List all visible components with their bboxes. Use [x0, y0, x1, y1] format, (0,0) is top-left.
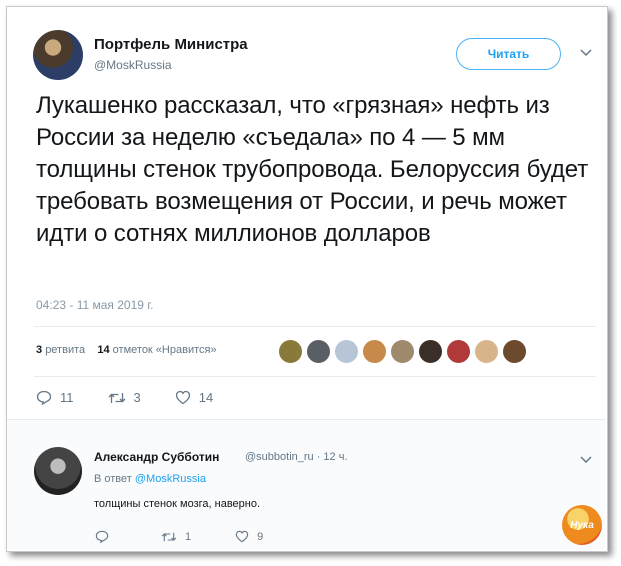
reply-like-button[interactable]: 9 [235, 530, 263, 543]
divider [34, 326, 596, 327]
liker-avatar[interactable] [418, 339, 443, 364]
liker-avatar[interactable] [474, 339, 499, 364]
retweets-count[interactable]: 3 [36, 344, 42, 356]
retweet-count: 3 [133, 390, 141, 405]
tweet-actions: 11 3 14 [36, 390, 247, 405]
follow-button[interactable]: Читать [456, 38, 561, 70]
divider [34, 376, 596, 377]
reply-like-count: 9 [257, 530, 264, 543]
reply-icon [36, 390, 52, 405]
likes-count[interactable]: 14 [97, 344, 109, 356]
in-reply-to: В ответ @MoskRussia [94, 473, 206, 485]
reply-icon [95, 530, 109, 543]
reply-author-avatar[interactable] [34, 447, 82, 495]
reply-text: толщины стенок мозга, наверно. [94, 498, 261, 510]
liker-avatar[interactable] [390, 339, 415, 364]
like-count: 14 [198, 390, 214, 405]
engagement-stats: 3 ретвита 14 отметок «Нравится» [36, 344, 217, 356]
divider [7, 419, 605, 420]
watermark-text: Нука [570, 519, 594, 531]
liker-avatar[interactable] [446, 339, 471, 364]
retweet-button[interactable]: 3 [108, 390, 141, 405]
in-reply-handle-link[interactable]: @MoskRussia [135, 473, 206, 485]
reply-retweet-button[interactable]: 1 [161, 531, 191, 543]
tweet-text: Лукашенко рассказал, что «грязная» нефть… [36, 92, 589, 247]
retweets-label[interactable]: ретвита [45, 344, 85, 356]
in-reply-prefix: В ответ [94, 473, 132, 485]
liker-avatar[interactable] [306, 339, 331, 364]
reply-reply-button[interactable] [95, 530, 117, 543]
retweet-icon [108, 392, 125, 403]
author-name[interactable]: Портфель Министра [94, 36, 248, 53]
author-avatar[interactable] [33, 30, 83, 80]
reply-button[interactable]: 11 [36, 390, 74, 405]
heart-icon [235, 530, 249, 543]
retweet-icon [161, 532, 177, 541]
liker-avatar[interactable] [278, 339, 303, 364]
liker-avatar[interactable] [502, 339, 527, 364]
heart-icon [175, 390, 190, 405]
like-button[interactable]: 14 [175, 390, 213, 405]
reply-count: 11 [60, 390, 74, 405]
liker-avatar[interactable] [362, 339, 387, 364]
chevron-down-icon[interactable] [580, 45, 592, 60]
reply-author-name[interactable]: Александр Субботин [94, 450, 219, 464]
liker-avatar[interactable] [334, 339, 359, 364]
tweet-timestamp[interactable]: 04:23 - 11 мая 2019 г. [36, 298, 154, 312]
reply-author-handle[interactable]: @subbotin_ru · 12 ч. [245, 451, 348, 463]
likes-label[interactable]: отметок «Нравится» [113, 344, 217, 356]
watermark-logo: Нука [562, 505, 602, 545]
reply-actions: 1 9 [95, 530, 297, 543]
chevron-down-icon[interactable] [580, 452, 592, 467]
author-handle[interactable]: @MoskRussia [94, 58, 172, 72]
reply-retweet-count: 1 [185, 530, 192, 543]
